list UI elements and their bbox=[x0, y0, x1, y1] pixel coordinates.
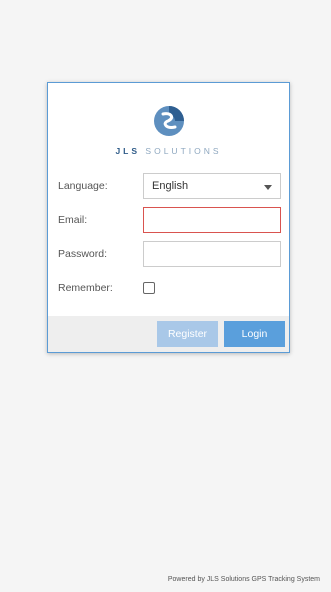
login-page: JLS SOLUTIONS Language: English Email: P… bbox=[0, 0, 331, 592]
email-label: Email: bbox=[58, 214, 88, 226]
chevron-down-icon bbox=[264, 185, 272, 190]
remember-row: Remember: bbox=[58, 275, 282, 301]
logo: JLS SOLUTIONS bbox=[48, 105, 289, 156]
logo-brand-bold: JLS bbox=[115, 146, 141, 156]
language-select[interactable]: English bbox=[143, 173, 281, 199]
card-footer: Register Login bbox=[48, 316, 289, 352]
remember-checkbox[interactable] bbox=[143, 282, 155, 294]
remember-label: Remember: bbox=[58, 282, 113, 294]
register-button[interactable]: Register bbox=[157, 321, 218, 347]
language-row: Language: English bbox=[58, 173, 282, 199]
email-row: Email: bbox=[58, 207, 282, 233]
email-field[interactable] bbox=[143, 207, 281, 233]
language-value: English bbox=[152, 180, 189, 192]
password-row: Password: bbox=[58, 241, 282, 267]
jls-logo-icon bbox=[153, 106, 184, 136]
powered-by-text: Powered by JLS Solutions GPS Tracking Sy… bbox=[167, 576, 320, 583]
login-card: JLS SOLUTIONS Language: English Email: P… bbox=[47, 82, 290, 353]
logo-wordmark: JLS SOLUTIONS bbox=[48, 146, 289, 156]
password-field[interactable] bbox=[143, 241, 281, 267]
password-label: Password: bbox=[58, 248, 108, 260]
login-button[interactable]: Login bbox=[224, 321, 285, 347]
language-label: Language: bbox=[58, 180, 108, 192]
logo-brand-rest: SOLUTIONS bbox=[145, 146, 222, 156]
